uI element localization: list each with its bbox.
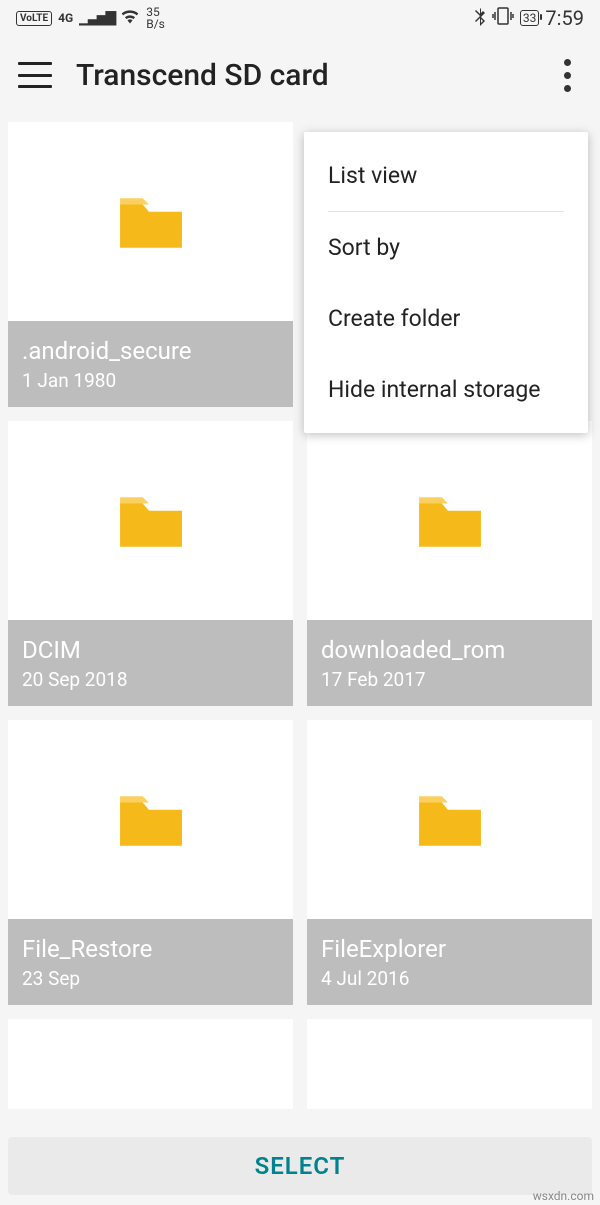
watermark: wsxdn.com: [533, 1189, 594, 1203]
folder-icon: [307, 421, 592, 620]
more-options-button[interactable]: [552, 55, 582, 95]
select-button[interactable]: SELECT: [8, 1137, 592, 1195]
folder-card[interactable]: File_Restore 23 Sep: [8, 720, 293, 1005]
folder-card[interactable]: .android_secure 1 Jan 1980: [8, 122, 293, 407]
status-right: 33 7:59: [474, 6, 584, 30]
folder-row-partial: [0, 1005, 600, 1109]
status-left: VoLTE 4G ▁▃▅▇ 35B/s: [16, 6, 165, 30]
folder-card[interactable]: FileExplorer 4 Jul 2016: [307, 720, 592, 1005]
battery-indicator: 33: [520, 10, 540, 26]
page-title: Transcend SD card: [76, 58, 528, 93]
folder-name: downloaded_rom: [321, 636, 578, 664]
overflow-menu: List view Sort by Create folder Hide int…: [304, 132, 588, 433]
clock: 7:59: [545, 6, 584, 30]
folder-card[interactable]: [307, 1019, 592, 1109]
folder-card[interactable]: downloaded_rom 17 Feb 2017: [307, 421, 592, 706]
folder-name: File_Restore: [22, 935, 279, 963]
folder-icon: [307, 720, 592, 919]
app-bar: Transcend SD card: [0, 36, 600, 114]
folder-info: File_Restore 23 Sep: [8, 919, 293, 1005]
menu-item-hide-internal[interactable]: Hide internal storage: [304, 354, 588, 425]
folder-name: .android_secure: [22, 337, 279, 365]
folder-date: 17 Feb 2017: [321, 668, 578, 691]
network-type: 4G: [58, 11, 73, 25]
folder-date: 20 Sep 2018: [22, 668, 279, 691]
folder-name: FileExplorer: [321, 935, 578, 963]
network-speed: 35B/s: [146, 6, 165, 30]
select-label: SELECT: [255, 1152, 346, 1180]
wifi-icon: [120, 8, 140, 29]
folder-icon: [8, 421, 293, 620]
vibrate-icon: [492, 7, 514, 29]
folder-info: DCIM 20 Sep 2018: [8, 620, 293, 706]
folder-date: 23 Sep: [22, 967, 279, 990]
bluetooth-icon: [474, 6, 486, 30]
menu-item-list-view[interactable]: List view: [304, 140, 588, 211]
volte-indicator: VoLTE: [16, 11, 52, 26]
folder-name: DCIM: [22, 636, 279, 664]
folder-date: 1 Jan 1980: [22, 369, 279, 392]
folder-date: 4 Jul 2016: [321, 967, 578, 990]
status-bar: VoLTE 4G ▁▃▅▇ 35B/s 33 7:59: [0, 0, 600, 36]
folder-info: .android_secure 1 Jan 1980: [8, 321, 293, 407]
folder-icon: [8, 122, 293, 321]
folder-info: downloaded_rom 17 Feb 2017: [307, 620, 592, 706]
folder-icon: [8, 720, 293, 919]
signal-icon: ▁▃▅▇: [79, 10, 114, 26]
folder-card[interactable]: [8, 1019, 293, 1109]
menu-item-create-folder[interactable]: Create folder: [304, 283, 588, 354]
folder-info: FileExplorer 4 Jul 2016: [307, 919, 592, 1005]
menu-item-sort-by[interactable]: Sort by: [304, 212, 588, 283]
hamburger-icon[interactable]: [18, 62, 52, 88]
folder-card[interactable]: DCIM 20 Sep 2018: [8, 421, 293, 706]
